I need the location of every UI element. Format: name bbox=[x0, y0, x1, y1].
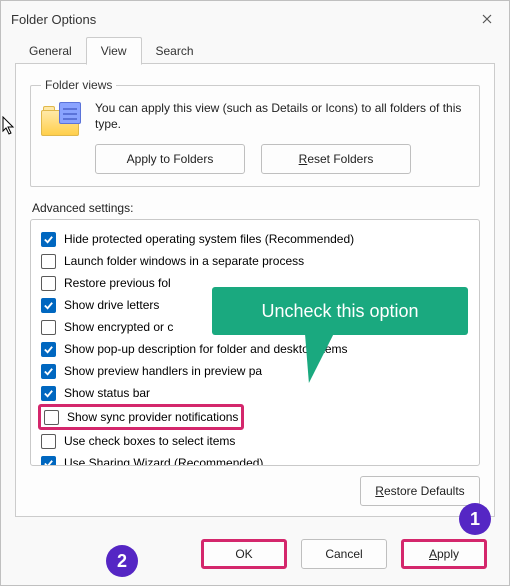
list-item[interactable]: Hide protected operating system files (R… bbox=[41, 228, 465, 250]
reset-folders-button[interactable]: Reset Folders bbox=[261, 144, 411, 174]
list-item[interactable]: Show drive letters bbox=[41, 294, 465, 316]
window-title: Folder Options bbox=[11, 12, 475, 27]
list-item-label: Show status bar bbox=[64, 382, 150, 404]
list-item-label: Hide protected operating system files (R… bbox=[64, 228, 354, 250]
tab-search[interactable]: Search bbox=[142, 38, 208, 64]
list-item[interactable]: Show pop-up description for folder and d… bbox=[41, 338, 465, 360]
tabstrip: General View Search bbox=[1, 37, 509, 64]
list-item-label: Show encrypted or c bbox=[64, 316, 173, 338]
folder-views-legend: Folder views bbox=[41, 78, 116, 92]
folder-views-group: Folder views You can apply this view (su… bbox=[30, 78, 480, 187]
list-item[interactable]: Show sync provider notifications bbox=[44, 407, 238, 427]
list-item[interactable]: Restore previous fol bbox=[41, 272, 465, 294]
list-item[interactable]: Launch folder windows in a separate proc… bbox=[41, 250, 465, 272]
close-icon[interactable] bbox=[475, 7, 499, 31]
apply-to-folders-button[interactable]: Apply to Folders bbox=[95, 144, 245, 174]
list-item-label: Use Sharing Wizard (Recommended) bbox=[64, 452, 263, 466]
checkbox-icon[interactable] bbox=[41, 364, 56, 379]
checkbox-icon[interactable] bbox=[41, 320, 56, 335]
highlighted-option: Show sync provider notifications bbox=[38, 404, 244, 430]
cancel-button[interactable]: Cancel bbox=[301, 539, 387, 569]
checkbox-icon[interactable] bbox=[41, 298, 56, 313]
checkbox-icon[interactable] bbox=[41, 386, 56, 401]
list-item[interactable]: Use Sharing Wizard (Recommended) bbox=[41, 452, 465, 466]
restore-defaults-button[interactable]: Restore Defaults bbox=[360, 476, 480, 506]
list-item[interactable]: Show preview handlers in preview pa bbox=[41, 360, 465, 382]
apply-button[interactable]: Apply bbox=[401, 539, 487, 569]
titlebar: Folder Options bbox=[1, 1, 509, 37]
list-item[interactable]: Show status bar bbox=[41, 382, 465, 404]
list-item-label: Restore previous fol bbox=[64, 272, 171, 294]
tab-page-view: Folder views You can apply this view (su… bbox=[15, 64, 495, 517]
checkbox-icon[interactable] bbox=[41, 456, 56, 466]
list-item-label: Use check boxes to select items bbox=[64, 430, 235, 452]
list-item[interactable]: Show encrypted or c bbox=[41, 316, 465, 338]
ok-button[interactable]: OK bbox=[201, 539, 287, 569]
checkbox-icon[interactable] bbox=[41, 254, 56, 269]
tab-general[interactable]: General bbox=[15, 38, 86, 64]
list-item-label: Show preview handlers in preview pa bbox=[64, 360, 262, 382]
list-item-label: Show sync provider notifications bbox=[67, 407, 238, 427]
folder-icon bbox=[41, 104, 85, 140]
advanced-settings-list[interactable]: Hide protected operating system files (R… bbox=[30, 219, 480, 466]
list-item-label: Show pop-up description for folder and d… bbox=[64, 338, 348, 360]
checkbox-icon[interactable] bbox=[41, 232, 56, 247]
dialog-buttons: OK Cancel Apply bbox=[1, 529, 509, 585]
list-item[interactable]: Use check boxes to select items bbox=[41, 430, 465, 452]
list-item-label: Show drive letters bbox=[64, 294, 159, 316]
checkbox-icon[interactable] bbox=[44, 410, 59, 425]
checkbox-icon[interactable] bbox=[41, 434, 56, 449]
folder-views-description: You can apply this view (such as Details… bbox=[95, 100, 469, 132]
checkbox-icon[interactable] bbox=[41, 342, 56, 357]
checkbox-icon[interactable] bbox=[41, 276, 56, 291]
folder-options-dialog: Folder Options General View Search Folde… bbox=[0, 0, 510, 586]
advanced-settings-label: Advanced settings: bbox=[32, 201, 480, 215]
tab-view[interactable]: View bbox=[86, 37, 142, 65]
list-item-label: Launch folder windows in a separate proc… bbox=[64, 250, 304, 272]
